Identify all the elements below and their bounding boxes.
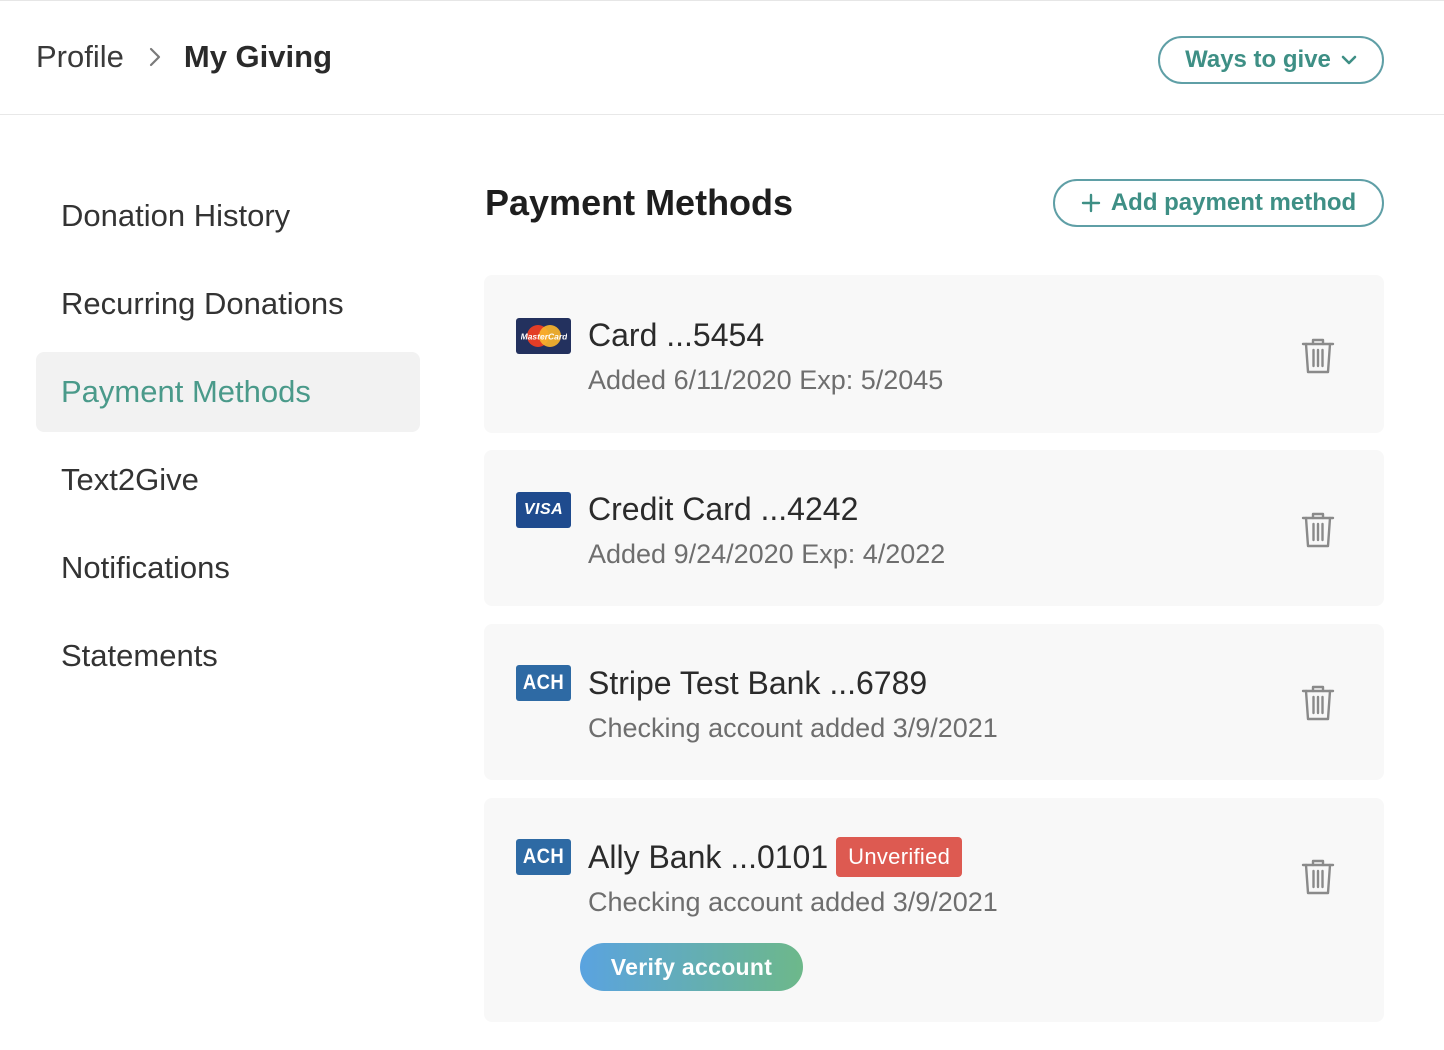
sidebar-item-recurring-donations[interactable]: Recurring Donations [36,264,420,344]
sidebar-item-text2give[interactable]: Text2Give [36,440,420,520]
payment-method-name: Credit Card ...4242 [588,491,859,527]
chevron-right-icon [148,46,162,68]
delete-trash-icon[interactable] [1300,336,1336,376]
payment-method-title: Ally Bank ...0101 Unverified [588,837,963,877]
ways-to-give-label: Ways to give [1185,46,1331,73]
sidebar-item-donation-history[interactable]: Donation History [36,176,420,256]
delete-trash-icon[interactable] [1300,510,1336,550]
mastercard-logo-icon: MasterCard [516,318,571,354]
payment-method-name: Ally Bank ...0101 [588,838,829,875]
breadcrumb-current: My Giving [183,39,333,74]
ach-logo-text: ACH [522,845,565,868]
breadcrumb-profile-link[interactable]: Profile [36,39,124,75]
payment-method-card: VISA Credit Card ...4242 Added 9/24/2020… [484,450,1384,606]
chevron-down-icon [1341,55,1357,65]
ach-logo-text: ACH [522,671,565,694]
payment-method-title: Stripe Test Bank ...6789 [588,665,927,702]
ways-to-give-button[interactable]: Ways to give [1158,36,1384,84]
visa-logo-icon: VISA [516,492,571,528]
breadcrumb: Profile My Giving [36,39,332,75]
verify-account-button[interactable]: Verify account [580,943,803,991]
top-bar: Profile My Giving Ways to give [0,0,1444,115]
sidebar-item-statements[interactable]: Statements [36,616,420,696]
unverified-badge: Unverified [836,837,963,877]
visa-logo-text: VISA [523,501,564,518]
delete-trash-icon[interactable] [1300,683,1336,723]
ach-logo-icon: ACH [516,665,571,701]
sidebar-nav: Donation History Recurring Donations Pay… [36,176,420,704]
payment-method-subtitle: Added 6/11/2020 Exp: 5/2045 [588,365,944,395]
delete-trash-icon[interactable] [1300,857,1336,897]
payment-method-name: Stripe Test Bank ...6789 [588,665,928,701]
payment-method-card: ACH Ally Bank ...0101 Unverified Checkin… [484,798,1384,1022]
payment-method-name: Card ...5454 [588,317,765,353]
sidebar-item-notifications[interactable]: Notifications [36,528,420,608]
payment-method-card: MasterCard Card ...5454 Added 6/11/2020 … [484,275,1384,433]
add-payment-method-label: Add payment method [1110,189,1357,216]
payment-method-card: ACH Stripe Test Bank ...6789 Checking ac… [484,624,1384,780]
add-payment-method-button[interactable]: Add payment method [1053,179,1384,227]
page-title: Payment Methods [485,182,794,223]
payment-method-subtitle: Added 9/24/2020 Exp: 4/2022 [588,539,946,569]
ach-logo-icon: ACH [516,839,571,875]
payment-method-subtitle: Checking account added 3/9/2021 [588,713,998,743]
payment-method-subtitle: Checking account added 3/9/2021 [588,887,998,917]
payment-method-title: Credit Card ...4242 [588,491,858,528]
payment-method-title: Card ...5454 [588,317,764,354]
mastercard-logo-text: MasterCard [521,332,567,342]
plus-icon [1081,193,1101,213]
sidebar-item-payment-methods[interactable]: Payment Methods [36,352,420,432]
